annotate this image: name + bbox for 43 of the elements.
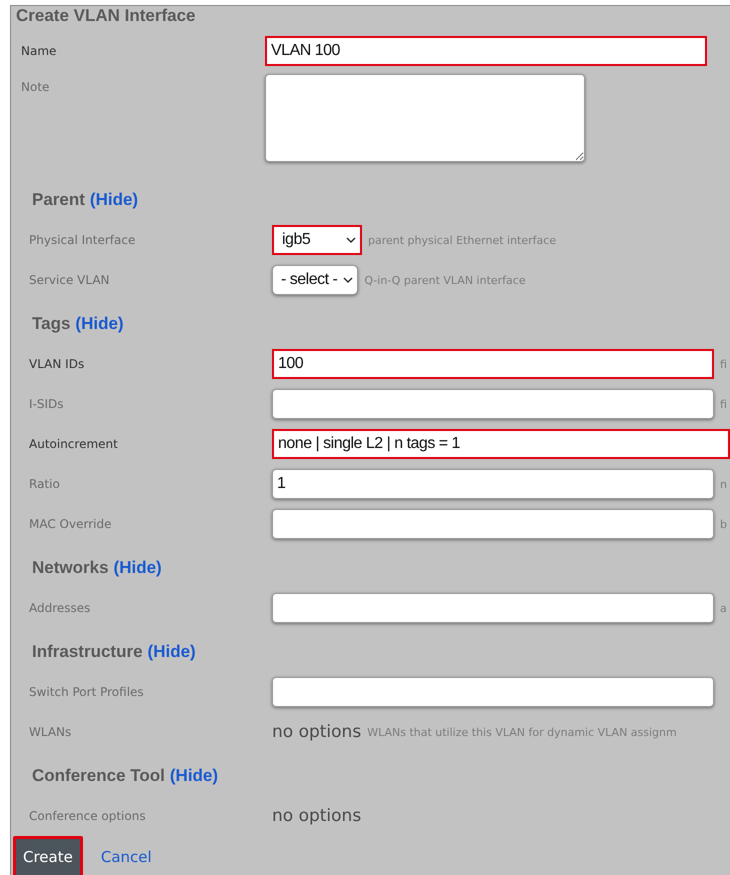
empty-options-text: no options [272,806,362,826]
section-title: Tags [32,314,70,334]
field-label: MAC Override [29,517,112,531]
text-field[interactable] [272,509,714,539]
section-title: Networks [32,558,109,578]
text-field[interactable]: none | single L2 | n tags = 1 [272,429,730,459]
section-title: Parent [32,190,85,210]
field-hint: fi [720,358,727,370]
field-hint: parent physical Ethernet interface [368,234,556,246]
field-label: VLAN IDs [29,357,86,371]
field-label: Addresses [29,601,92,615]
field-hint: b [720,518,727,530]
field-hint: WLANs that utilize this VLAN for dynamic VLAN assignm [367,726,677,738]
field-hint: Q-in-Q parent VLAN interface [364,274,526,286]
chevron-down-icon [346,236,356,244]
note-field[interactable] [265,74,585,162]
field-hint: n [720,478,727,490]
field-label: Conference options [29,809,147,823]
field-hint: a [720,602,727,614]
text-field[interactable]: VLAN 100 [265,36,707,66]
text-field[interactable] [272,389,714,419]
section-title: Infrastructure [32,642,143,662]
field-label: Note [21,79,50,94]
dropdown[interactable]: igb5 [272,225,362,255]
dropdown[interactable]: - select - [272,265,358,295]
create-button[interactable]: Create [13,836,83,875]
text-field[interactable]: 1 [272,469,714,499]
field-label: Ratio [29,477,61,491]
field-label: Service VLAN [29,273,111,287]
field-label: Autoincrement [29,437,119,451]
field-label: WLANs [29,725,72,739]
field-label: Physical Interface [29,233,136,247]
field-hint: fi [720,398,727,410]
field-label: Name [21,44,58,58]
field-label: Switch Port Profiles [29,685,145,699]
section-title: Conference Tool [32,766,165,786]
empty-options-text: no options [272,722,362,742]
text-field[interactable]: 100 [272,349,714,379]
text-field[interactable] [272,593,714,623]
field-label: I-SIDs [29,397,65,411]
chevron-down-icon [343,276,354,284]
form-title: Create VLAN Interface [16,6,197,27]
text-field[interactable] [272,677,714,707]
